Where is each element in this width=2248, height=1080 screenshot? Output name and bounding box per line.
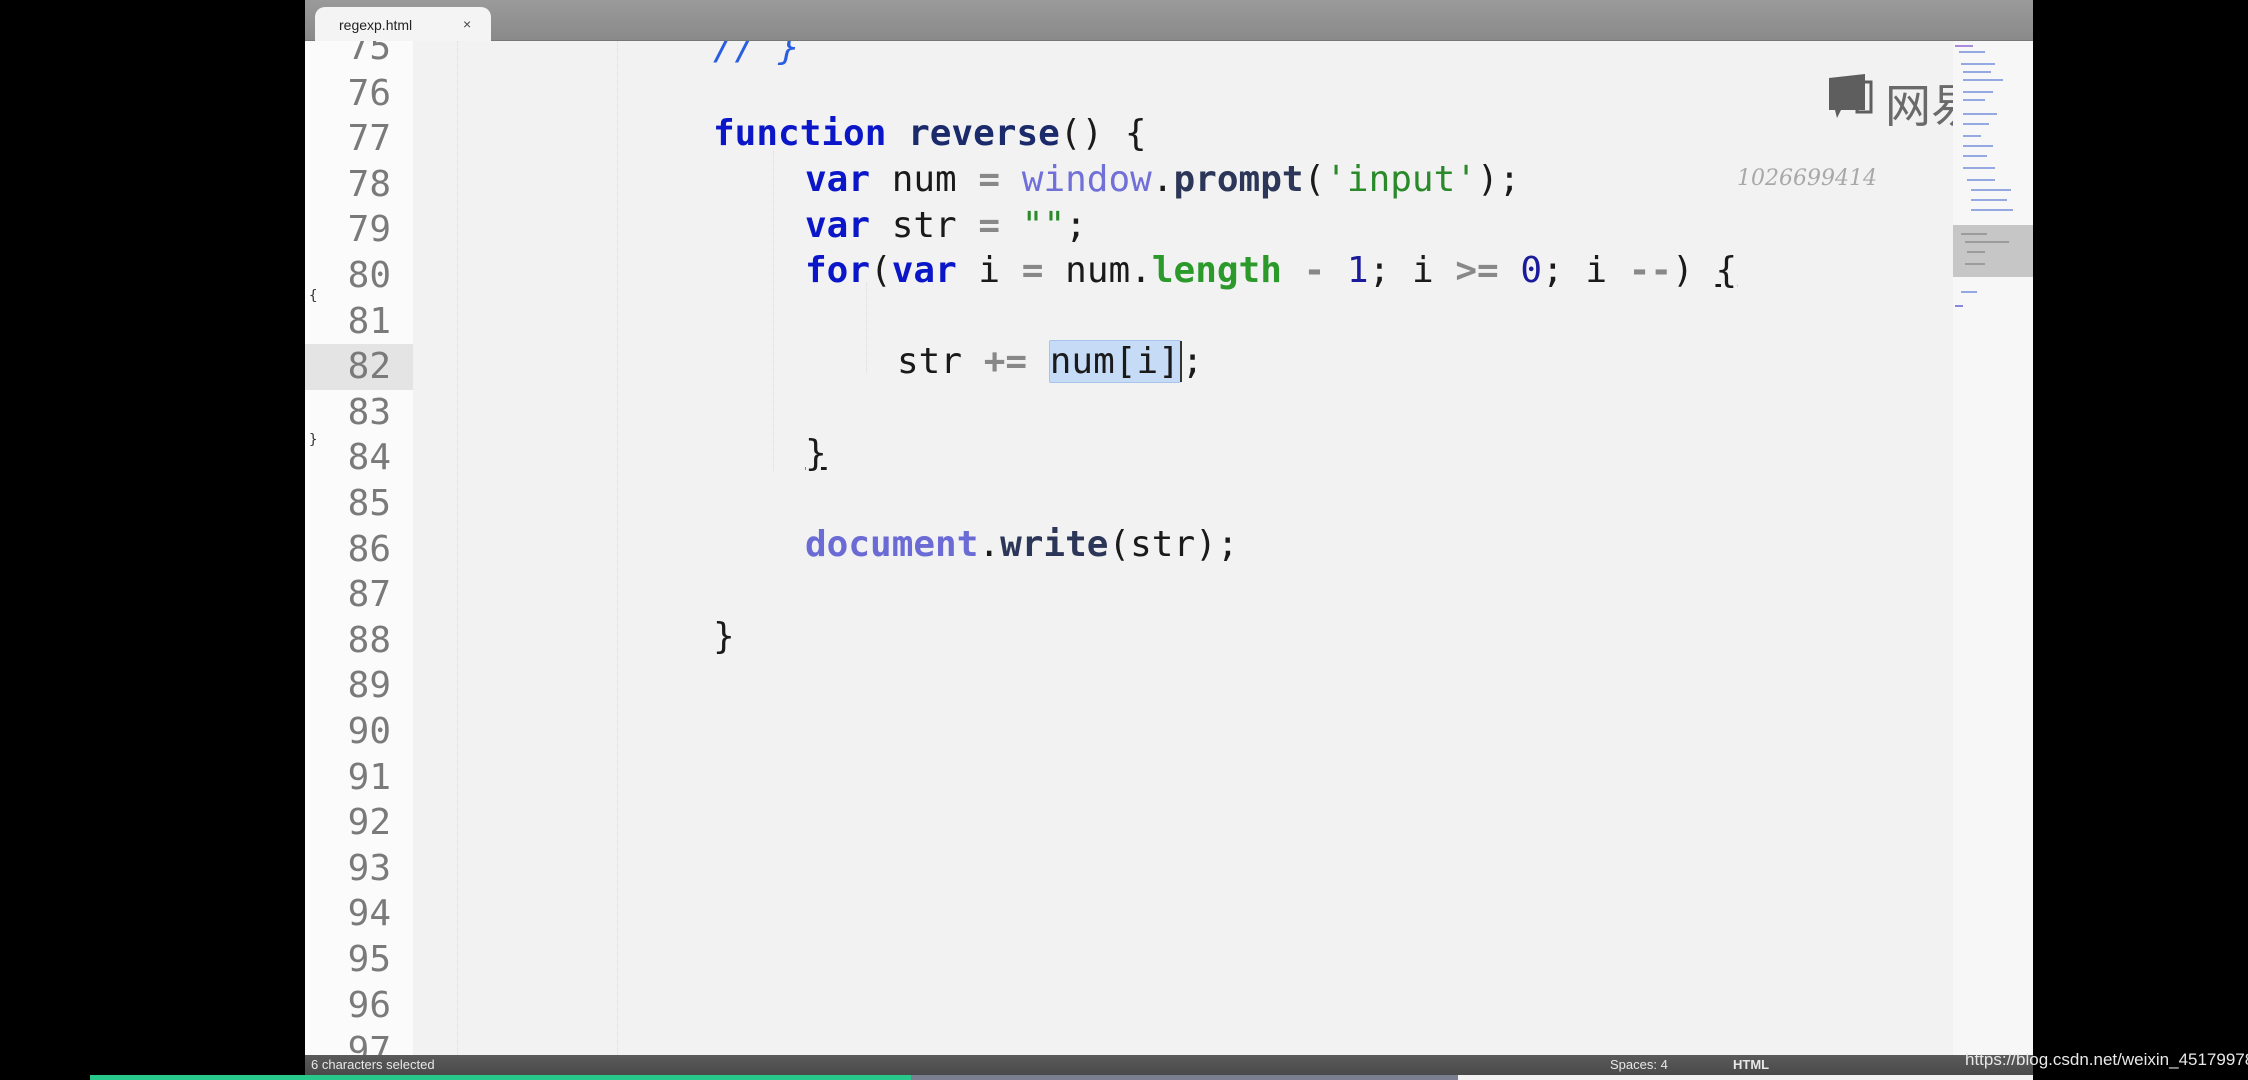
line-number-96[interactable]: 96 (305, 983, 391, 1029)
line-number-82[interactable]: 82 (305, 344, 413, 390)
line-number-91[interactable]: 91 (305, 755, 391, 801)
line-number-79[interactable]: 79 (305, 207, 391, 253)
minimap[interactable] (1953, 41, 2033, 1055)
line-number-83[interactable]: 83 (305, 390, 391, 436)
status-bar: 6 characters selected Spaces: 4 HTML (305, 1055, 2033, 1075)
code-line-78: var num = window.prompt('input'); (805, 159, 1521, 200)
line-number-94[interactable]: 94 (305, 891, 391, 937)
line-number-87[interactable]: 87 (305, 572, 391, 618)
selection-status: 6 characters selected (311, 1057, 435, 1072)
line-number-93[interactable]: 93 (305, 846, 391, 892)
editor-window: regexp.html × { } 75 76 77 78 79 80 81 82 83 84 85… (305, 0, 2033, 1080)
code-line-75: // } (713, 41, 800, 68)
line-number-81[interactable]: 81 (305, 299, 391, 345)
code-editor[interactable]: // } function reverse() { var num = wind… (413, 41, 1953, 1055)
code-line-77: function reverse() { (713, 113, 1147, 154)
code-line-82: str += num[i]; (897, 340, 1204, 383)
video-progress-bar[interactable] (90, 1075, 1458, 1080)
code-line-80: for(var i = num.length - 1; i >= 0; i --… (805, 250, 1738, 291)
line-number-85[interactable]: 85 (305, 481, 391, 527)
code-line-89: } (713, 616, 735, 657)
line-number-88[interactable]: 88 (305, 618, 391, 664)
line-number-80[interactable]: 80 (305, 253, 391, 299)
code-line-87: document.write(str); (805, 524, 1239, 565)
line-number-86[interactable]: 86 (305, 527, 391, 573)
indent-guide (617, 41, 618, 1055)
tab-regexp-html[interactable]: regexp.html × (315, 7, 491, 41)
line-number-89[interactable]: 89 (305, 663, 391, 709)
line-number-90[interactable]: 90 (305, 709, 391, 755)
line-number-84[interactable]: 84 (305, 435, 391, 481)
code-line-84: } (805, 433, 827, 474)
indent-guide (773, 151, 774, 471)
line-number-95[interactable]: 95 (305, 937, 391, 983)
tab-label: regexp.html (339, 17, 413, 33)
indent-guide (457, 41, 458, 1055)
source-url-overlay: https://blog.csdn.net/weixin_45179978 (1965, 1050, 2248, 1069)
code-line-79: var str = ""; (805, 205, 1087, 246)
video-progress-fill (90, 1075, 911, 1080)
line-number-gutter: { } 75 76 77 78 79 80 81 82 83 84 85 86 87 88 89 90 91 92… (305, 41, 413, 1055)
line-number-75[interactable]: 75 (305, 41, 391, 71)
line-number-97[interactable]: 97 (305, 1028, 391, 1055)
line-number-78[interactable]: 78 (305, 162, 391, 208)
indent-guide (866, 283, 867, 373)
watermark-id: 1026699414 (1737, 166, 1877, 191)
syntax-selector[interactable]: HTML (1733, 1057, 1769, 1072)
indentation-selector[interactable]: Spaces: 4 (1610, 1057, 1668, 1072)
line-number-92[interactable]: 92 (305, 800, 391, 846)
netease-logo-icon (1829, 74, 1873, 118)
text-selection[interactable]: num[i] (1048, 340, 1181, 383)
line-number-76[interactable]: 76 (305, 71, 391, 117)
line-number-77[interactable]: 77 (305, 116, 391, 162)
tab-bar: regexp.html × (305, 0, 2033, 41)
close-icon[interactable]: × (463, 16, 471, 32)
